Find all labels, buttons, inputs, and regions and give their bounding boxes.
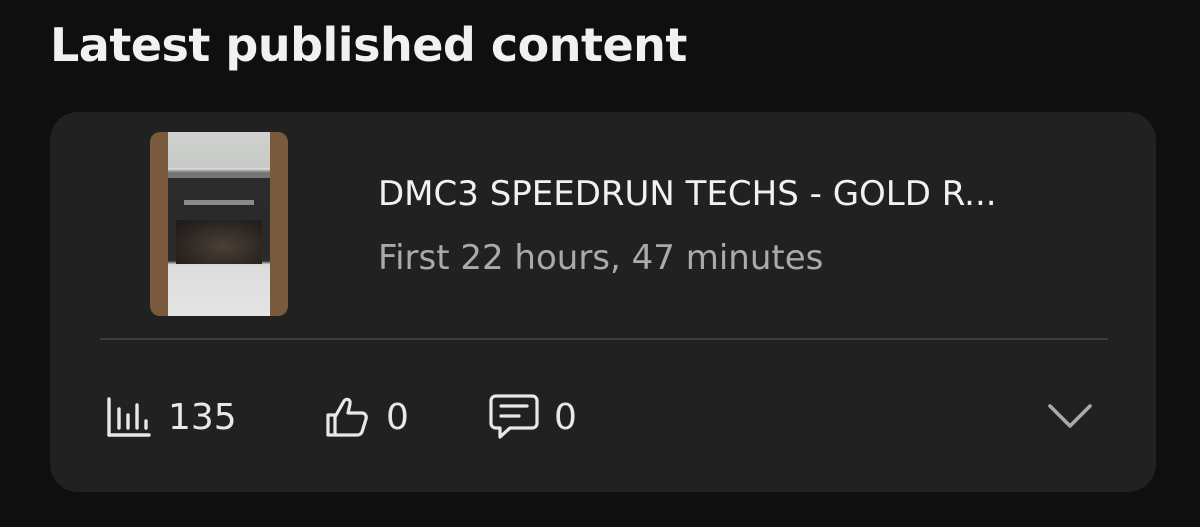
bar-chart-icon bbox=[102, 392, 154, 442]
thumbs-up-icon bbox=[320, 392, 372, 442]
video-title[interactable]: DMC3 SPEEDRUN TECHS - GOLD R... bbox=[378, 174, 997, 214]
video-performance-period: First 22 hours, 47 minutes bbox=[378, 238, 824, 278]
video-thumbnail[interactable] bbox=[150, 132, 288, 316]
likes-stat: 0 bbox=[320, 392, 409, 442]
thumbnail-caption-band bbox=[168, 168, 270, 178]
card-divider bbox=[100, 338, 1108, 340]
section-title: Latest published content bbox=[50, 18, 687, 72]
expand-button[interactable] bbox=[1042, 394, 1098, 442]
latest-content-card[interactable]: DMC3 SPEEDRUN TECHS - GOLD R... First 22… bbox=[50, 112, 1156, 492]
thumbnail-scene bbox=[176, 220, 262, 264]
comments-stat: 0 bbox=[488, 392, 577, 442]
views-stat: 135 bbox=[102, 392, 237, 442]
comments-count: 0 bbox=[554, 396, 577, 438]
thumbnail-caption-band-small bbox=[184, 200, 254, 205]
comment-icon bbox=[488, 392, 540, 442]
views-count: 135 bbox=[168, 396, 237, 438]
likes-count: 0 bbox=[386, 396, 409, 438]
chevron-down-icon bbox=[1046, 402, 1094, 435]
